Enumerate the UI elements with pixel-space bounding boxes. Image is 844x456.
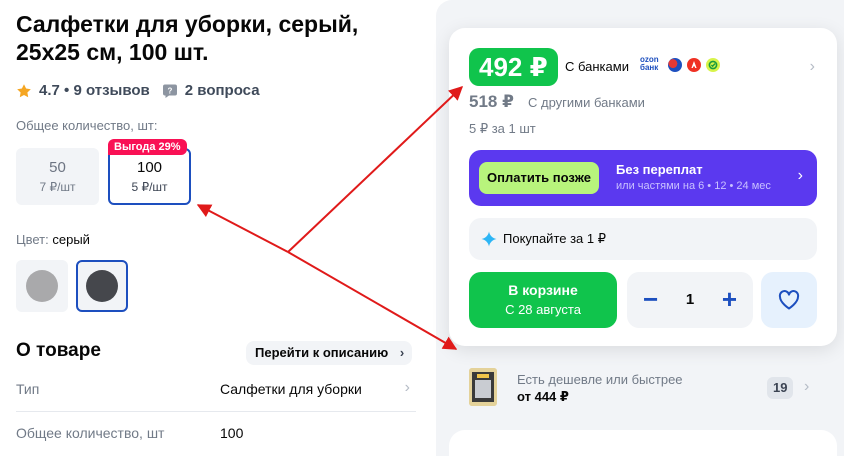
color-value: серый [52,232,90,247]
product-thumbnail-image [469,368,497,406]
go-to-description-button[interactable]: Перейти к описанию › [246,341,413,365]
quantity-unit-price: 5 ₽/шт [131,180,168,194]
sber-icon [708,60,718,70]
cheaper-title: Есть дешевле или быстрее [517,372,683,387]
buy-box-card: 492 ₽ С банками ozon банк › 518 ₽ С други… [449,28,837,346]
spec-value: Салфетки для уборки [220,381,362,397]
svg-text:?: ? [167,86,172,95]
rating-row[interactable]: 4.7 • 9 отзывов ? 2 вопроса [16,82,260,99]
color-label: Цвет: серый [16,232,90,247]
old-price-note: С другими банками [528,95,645,110]
spec-key: Общее количество, шт [16,425,165,441]
quantity-count: 100 [136,159,163,176]
quantity-option-100[interactable]: 100 5 ₽/шт [108,148,191,205]
buy-for-one-ruble-banner[interactable]: Покупайте за 1 ₽ [469,218,817,260]
quantity-count: 50 [49,159,66,176]
star-icon [17,83,31,97]
color-swatch-light-gray[interactable] [16,260,68,312]
color-dot [86,270,118,302]
pay-later-subtitle: или частями на 6 • 12 • 24 мес [616,180,771,192]
spec-value: 100 [220,425,244,441]
color-swatch-dark-gray[interactable] [76,260,128,312]
in-cart-label: В корзине [508,282,578,298]
sparkle-icon [481,231,497,247]
increase-button[interactable]: + [722,282,737,316]
about-title: О товаре [16,340,101,361]
chevron-right-icon[interactable]: › [810,58,815,76]
bank-logo-icon [706,58,720,72]
product-title: Салфетки для уборки, серый, 25x25 см, 10… [16,11,359,65]
price-with-bank[interactable]: 492 ₽ [469,48,558,86]
pay-later-button[interactable]: Оплатить позже [479,162,599,194]
color-label-key: Цвет: [16,232,49,247]
chevron-right-icon: › [797,167,803,184]
questions-count[interactable]: 2 вопроса [185,82,260,99]
price-per-unit: 5 ₽ за 1 шт [469,121,536,136]
cheaper-price: от 444 ₽ [517,389,569,404]
ozon-bank-logo: ozon банк [640,56,659,72]
next-card-edge [449,430,837,456]
old-price: 518 ₽ [469,92,514,111]
pay-later-title: Без переплат [616,162,703,177]
heart-icon [778,290,800,310]
alfa-icon [691,61,697,68]
spec-row: Общее количество, шт 100 [16,412,416,456]
offer-thumbnail [469,368,497,406]
buy-for-one-ruble-label: Покупайте за 1 ₽ [503,231,607,246]
color-dot [26,270,58,302]
quantity-label: Общее количество, шт: [16,118,158,133]
rating-separator: • [59,82,74,99]
reviews-count[interactable]: 9 отзывов [73,82,149,99]
question-bubble-icon: ? [162,84,177,98]
delivery-date: С 28 августа [505,302,581,317]
spec-key: Тип [16,381,40,397]
cheaper-or-faster-offers[interactable]: Есть дешевле или быстрее от 444 ₽ 19 › [449,356,837,418]
spec-row[interactable]: Тип Салфетки для уборки › [16,368,416,412]
discount-badge: Выгода 29% [108,139,187,155]
arrow-to-quantity [196,204,289,253]
price-note: С банками [565,59,629,74]
chevron-right-icon: › [399,345,405,360]
chevron-right-icon: › [404,379,410,396]
bank-logo-icon [687,58,701,72]
pay-later-banner[interactable]: Оплатить позже Без переплат или частями … [469,150,817,206]
ozon-bank-logo-line2: банк [640,63,659,72]
go-to-description-label: Перейти к описанию [255,345,389,360]
quantity-option-50[interactable]: 50 7 ₽/шт [16,148,99,205]
quantity-stepper: − 1 + [627,272,753,328]
favorite-button[interactable] [761,272,817,328]
bank-logo-icon [668,58,682,72]
rating-value: 4.7 [39,82,60,99]
chevron-right-icon: › [804,378,810,395]
offers-count-badge: 19 [767,377,794,399]
in-cart-button[interactable]: В корзине С 28 августа [469,272,617,328]
quantity-unit-price: 7 ₽/шт [39,180,76,194]
arrow-to-card-bottom [287,251,458,350]
